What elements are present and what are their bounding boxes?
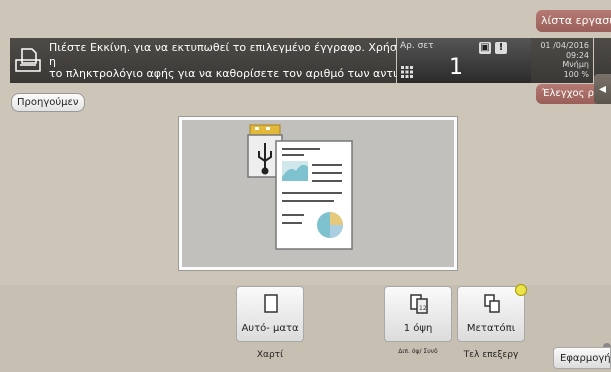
memory-value: 100 % [563,70,589,79]
top-strip [0,0,611,38]
message-text-line3: το πληκτρολόγιο αφής για να καθορίσετε τ… [49,67,404,80]
paper-label: Αυτό- ματα [241,323,299,334]
time-text: 09:24 [565,51,589,60]
paper-sublabel: Χαρτί [256,350,284,360]
memory-label: Μνήμη [562,60,589,69]
warning-status-icon: ! [495,42,507,54]
setting-changed-indicator [515,284,527,296]
duplex-sublabel: Διπ. όψ/ Συνδ [398,348,438,355]
message-bar: Πιέστε Εκκίνη. για να εκτυπωθεί το επιλε… [10,38,403,83]
duplex-icon: 12 [410,294,428,314]
finishing-label: Μετατόπι [466,323,516,334]
printer-status-icon: ▣ [479,42,491,54]
svg-text:12: 12 [419,305,427,312]
document-icon [15,48,41,72]
finishing-sublabel: Τελ επεξεργ [463,350,519,360]
status-box: ▣ ! [469,38,531,83]
previous-button[interactable]: Προηγούμεν [11,93,85,112]
paper-icon [264,294,278,313]
duplex-label: 1 όψη [403,323,433,334]
date-text: 01 /04/2016 [540,41,589,50]
datetime-box: 01 /04/2016 09:24 Μνήμη 100 % [531,38,593,83]
message-text-line1: Πιέστε Εκκίνη. για να εκτυπωθεί το επιλε… [49,41,397,54]
offset-icon [484,294,500,313]
keypad-icon[interactable] [401,66,413,78]
copies-box[interactable]: Αρ. σετ 1 [397,38,469,83]
duplex-button[interactable]: 12 1 όψη [384,286,452,342]
copies-label: Αρ. σετ [400,41,434,51]
side-tab-arrow-icon[interactable]: ◂ [594,74,611,104]
preview-panel [179,117,457,270]
job-list-button[interactable]: λίστα εργασιών [536,10,611,32]
copies-value: 1 [449,55,463,80]
paper-button[interactable]: Αυτό- ματα [236,286,304,342]
usb-document-preview [247,124,353,250]
apply-button[interactable]: Εφαρμογή [553,347,611,369]
finishing-button[interactable]: Μετατόπι [457,286,525,342]
